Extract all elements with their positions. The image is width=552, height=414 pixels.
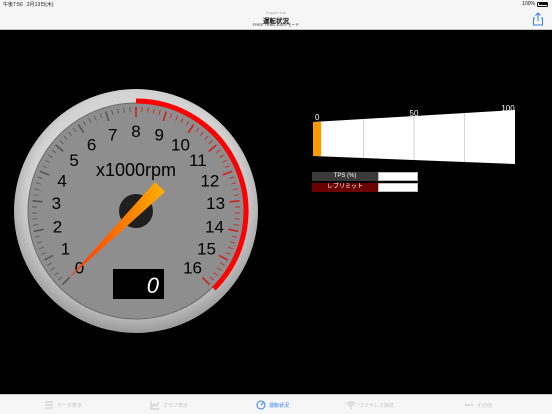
gauge-major-tick — [229, 200, 240, 203]
tab-label: グラフ表示 — [163, 402, 189, 409]
tps-bar-fill — [313, 122, 322, 156]
gauge-tick-label: 13 — [206, 194, 225, 213]
tab-graph-display[interactable]: グラフ表示 — [150, 399, 188, 411]
tab-data-display[interactable]: データ表示 — [44, 399, 82, 411]
gauge-tick-label: 14 — [205, 218, 224, 237]
tps-bar-chart: 0 50 100 — [313, 104, 515, 164]
gauge-tick-label: 8 — [131, 122, 140, 141]
gauge-tick-label: 15 — [197, 240, 216, 259]
gauge-major-tick — [32, 200, 43, 203]
tps-row: TPS (%) — [312, 172, 418, 181]
tps-scale-0: 0 — [315, 113, 320, 122]
list-icon — [45, 401, 53, 409]
share-icon[interactable] — [532, 12, 544, 26]
nav-subtitle: FREE TRIAL EASYモード — [252, 22, 300, 27]
gauge-tick-label: 4 — [57, 171, 66, 190]
tab-driving-status[interactable]: 運転状況 — [256, 399, 289, 411]
battery-percent: 100% — [522, 1, 535, 7]
rev-limit-value — [378, 183, 418, 192]
status-right: 100% — [522, 1, 548, 7]
battery-icon — [537, 1, 548, 7]
wifi-icon — [346, 401, 356, 410]
speedometer-icon — [256, 400, 266, 410]
gauge-tick-label: 16 — [183, 259, 202, 278]
tps-row-value — [378, 172, 418, 181]
gauge-unit-label: x1000rpm — [96, 160, 176, 180]
tachometer-gauge: 012345678910111213141516 x1000rpm 0 — [14, 89, 258, 333]
gauge-tick-label: 2 — [53, 218, 62, 237]
gauge-tick-label: 1 — [61, 240, 70, 259]
gauge-tick-label: 3 — [52, 194, 61, 213]
tab-label: 運転状況 — [269, 402, 290, 409]
gauge-tick-label: 11 — [189, 151, 207, 170]
status-time-date: 午後7:56 2月13日(木) — [3, 1, 54, 8]
gauge-tick-label: 7 — [108, 125, 117, 144]
rev-limit-label: レブリミット — [312, 183, 378, 192]
tps-row-label: TPS (%) — [312, 172, 378, 181]
tab-label: データ表示 — [57, 402, 83, 409]
tab-label: ワイヤレス接続 — [359, 402, 394, 409]
tab-other[interactable]: その他 — [464, 399, 492, 411]
gauge-tick-label: 5 — [69, 151, 78, 170]
more-icon — [465, 404, 473, 406]
gauge-tick-label: 10 — [171, 135, 190, 154]
graph-icon — [150, 401, 160, 410]
navigation-bar: Engine Info 運転状況 FREE TRIAL EASYモード — [0, 8, 552, 30]
gauge-tick-label: 12 — [200, 171, 219, 190]
status-bar: 午後7:56 2月13日(木) 100% — [0, 0, 552, 8]
gauge-tick-label: 6 — [87, 135, 96, 154]
rev-limit-row: レブリミット — [312, 183, 418, 192]
gauge-tick-label: 9 — [154, 125, 163, 144]
tab-wireless-connection[interactable]: ワイヤレス接続 — [346, 399, 394, 411]
app-screen: { "status_bar": { "time": "午後7:56", "dat… — [0, 0, 552, 414]
tab-label: その他 — [477, 402, 493, 409]
tab-bar: データ表示 グラフ表示 運転状況 ワイヤレス接続 その他 — [0, 394, 552, 414]
digital-readout: 0 — [147, 273, 160, 298]
